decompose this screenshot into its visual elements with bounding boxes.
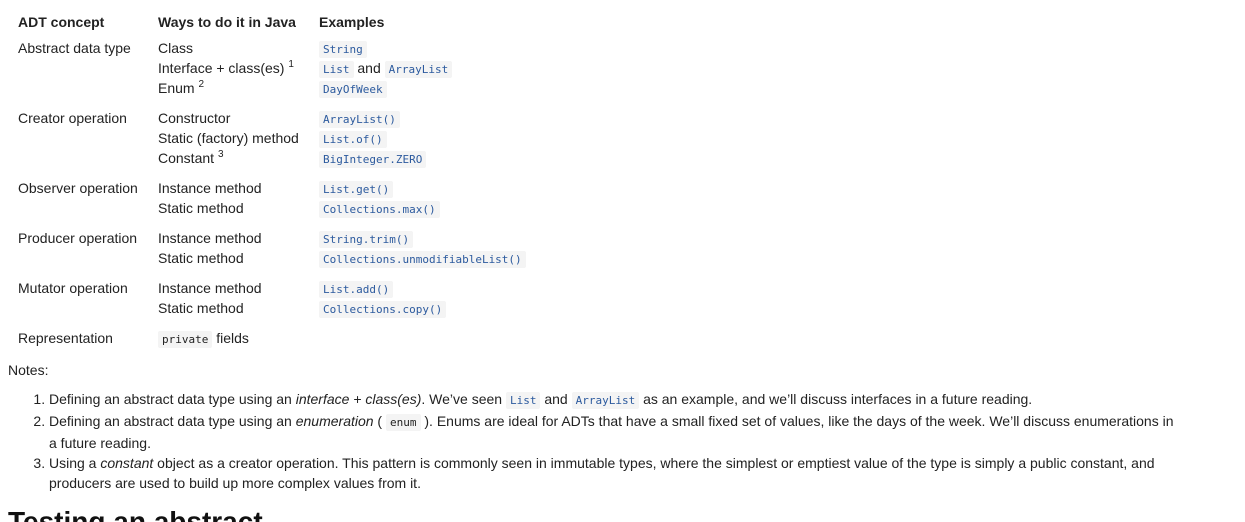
way-item: Static method [158,300,244,316]
example-item: List.add() [319,278,526,298]
way-item: Interface + class(es) 1 [158,59,294,77]
code-example: Collections.max() [319,201,440,218]
code-example: ArrayList [571,392,640,409]
table-row: Abstract data type Class Interface + cla… [8,36,536,106]
header-ways-in-java: Ways to do it in Java [158,14,296,30]
note-item: Defining an abstract data type using an … [49,389,1179,411]
code-example: List [319,61,354,78]
code-example: ArrayList [384,61,453,78]
way-item: Constructor [158,110,231,126]
header-adt-concept: ADT concept [18,14,105,30]
note-item: Using a constant object as a creator ope… [49,453,1179,493]
way-item: Enum 2 [158,79,205,97]
concept-cell: Abstract data type [18,40,131,56]
way-item: Instance method [158,280,262,296]
example-item: String [319,38,526,58]
code-example: List.add() [319,281,394,298]
table-row: Creator operation Constructor Static (fa… [8,106,536,176]
way-item: Instance method [158,230,262,246]
example-item: List and ArrayList [319,58,526,78]
example-item: DayOfWeek [319,78,526,98]
example-item: Collections.unmodifiableList() [319,248,526,268]
notes-list: Defining an abstract data type using an … [8,389,1179,493]
way-item: Static method [158,250,244,266]
code-example: ArrayList() [319,111,400,128]
way-item: Class [158,40,194,56]
table-row: Representation private fields [8,326,536,356]
code-example: List [505,392,541,409]
example-item: List.of() [319,128,526,148]
way-item: Instance method [158,180,262,196]
next-section-heading: Testing an abstract [8,506,263,522]
way-item: Constant 3 [158,149,224,167]
example-item: List.get() [319,178,526,198]
code-example: DayOfWeek [319,81,387,98]
code-example: BigInteger.ZERO [319,151,427,168]
example-item: Collections.copy() [319,298,526,318]
concept-cell: Observer operation [18,180,138,196]
code-example: Collections.copy() [319,301,447,318]
concept-cell: Representation [18,330,113,346]
concept-cell: Producer operation [18,230,138,246]
table-row: Mutator operation Instance method Static… [8,276,536,326]
note-item: Defining an abstract data type using an … [49,411,1179,453]
example-item: Collections.max() [319,198,526,218]
footnote-ref[interactable]: 1 [288,59,294,70]
footnote-ref[interactable]: 2 [198,79,204,90]
footnote-ref[interactable]: 3 [218,149,224,160]
code-keyword: enum [386,414,421,431]
table-row: Observer operation Instance method Stati… [8,176,536,226]
code-example: List.of() [319,131,387,148]
code-example: String.trim() [319,231,414,248]
concept-cell: Mutator operation [18,280,128,296]
header-examples: Examples [319,14,385,30]
concept-cell: Creator operation [18,110,127,126]
way-item: Static method [158,200,244,216]
code-example: List.get() [319,181,394,198]
code-example: Collections.unmodifiableList() [319,251,526,268]
table-header-row: ADT concept Ways to do it in Java Exampl… [8,8,536,36]
notes-label: Notes: [8,362,49,378]
way-item: Static (factory) method [158,130,299,146]
table-row: Producer operation Instance method Stati… [8,226,536,276]
adt-concepts-table: ADT concept Ways to do it in Java Exampl… [8,8,536,356]
example-item: ArrayList() [319,108,526,128]
way-item: private fields [158,328,299,348]
code-example: String [319,41,367,58]
example-item: String.trim() [319,228,526,248]
code-keyword: private [158,331,213,348]
example-item: BigInteger.ZERO [319,148,526,168]
